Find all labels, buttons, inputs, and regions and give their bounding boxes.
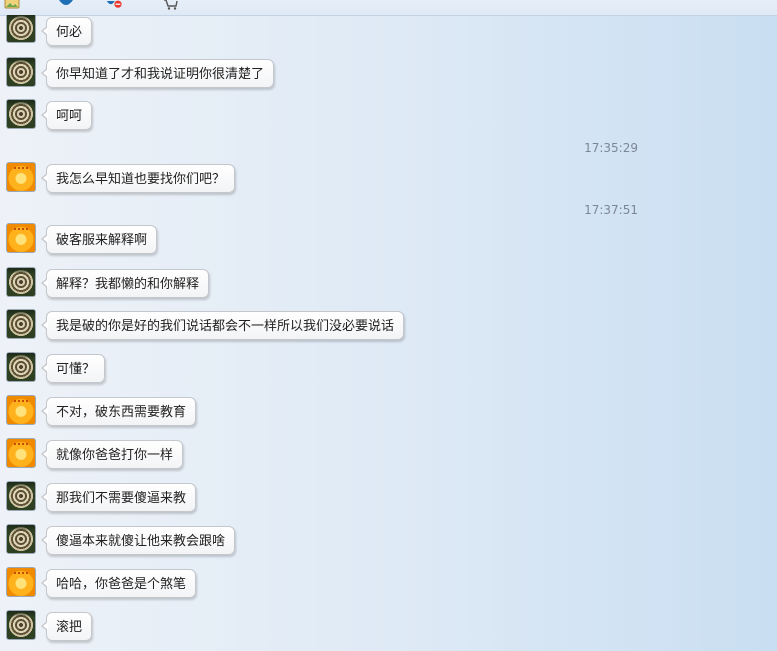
block-user-icon[interactable]: [106, 0, 122, 10]
image-icon[interactable]: [4, 0, 20, 10]
cart-icon[interactable]: [163, 0, 179, 10]
timestamp: 17:37:51: [584, 203, 638, 217]
message-bubble: 解释？我都懒的和你解释: [40, 269, 210, 298]
user-icon[interactable]: [58, 0, 74, 10]
message-bubble: 可懂？: [40, 354, 106, 383]
message-bubble: 傻逼本来就傻让他来教会跟啥: [40, 526, 236, 555]
message-bubble: 你早知道了才和我说证明你很清楚了: [40, 59, 275, 88]
message-bubble: 不对，破东西需要教育: [40, 397, 197, 426]
orange-flower-avatar[interactable]: [6, 438, 36, 468]
mosquito-coil-avatar[interactable]: [6, 267, 36, 297]
orange-flower-avatar[interactable]: [6, 162, 36, 192]
mosquito-coil-avatar[interactable]: [6, 309, 36, 339]
message-bubble: 破客服来解释啊: [40, 225, 158, 254]
message-bubble: 何必: [40, 17, 93, 46]
timestamp: 17:35:29: [584, 141, 638, 155]
orange-flower-avatar[interactable]: [6, 223, 36, 253]
mosquito-coil-avatar[interactable]: [6, 15, 36, 43]
message-bubble: 就像你爸爸打你一样: [40, 440, 184, 469]
chat-message-area[interactable]: 何必 你早知道了才和我说证明你很清楚了 呵呵 17:35:29 我怎么早知道也要…: [0, 15, 777, 651]
mosquito-coil-avatar[interactable]: [6, 352, 36, 382]
orange-flower-avatar[interactable]: [6, 567, 36, 597]
orange-flower-avatar[interactable]: [6, 395, 36, 425]
chat-toolbar: [0, 0, 777, 16]
message-bubble: 我是破的你是好的我们说话都会不一样所以我们没必要说话: [40, 311, 405, 340]
message-bubble: 那我们不需要傻逼来教: [40, 483, 197, 512]
mosquito-coil-avatar[interactable]: [6, 481, 36, 511]
message-bubble: 呵呵: [40, 101, 93, 130]
message-bubble: 我怎么早知道也要找你们吧？: [40, 164, 236, 193]
message-bubble: 哈哈，你爸爸是个煞笔: [40, 569, 197, 598]
mosquito-coil-avatar[interactable]: [6, 99, 36, 129]
mosquito-coil-avatar[interactable]: [6, 57, 36, 87]
message-bubble: 滚把: [40, 612, 93, 641]
mosquito-coil-avatar[interactable]: [6, 610, 36, 640]
mosquito-coil-avatar[interactable]: [6, 524, 36, 554]
